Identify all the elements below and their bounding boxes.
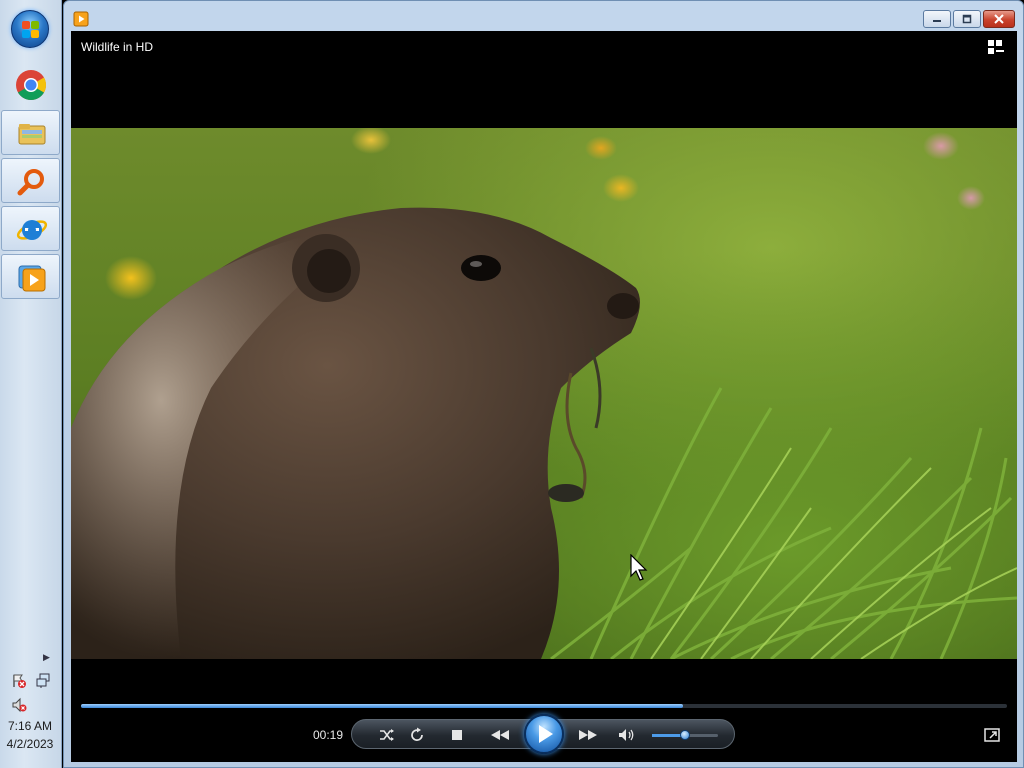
fullscreen-icon[interactable] <box>984 728 1000 742</box>
volume-muted-icon[interactable] <box>11 697 27 713</box>
play-button[interactable] <box>524 714 564 754</box>
maximize-button[interactable] <box>953 10 981 28</box>
clock-date[interactable]: 4/2/2023 <box>0 737 60 751</box>
taskbar-search[interactable] <box>1 158 60 203</box>
seek-bar[interactable] <box>81 704 1007 708</box>
taskbar: ▶ 7:16 AM 4/2/2023 <box>0 0 62 768</box>
repeat-button[interactable] <box>406 725 428 745</box>
next-icon <box>579 730 597 740</box>
minimize-button[interactable] <box>923 10 951 28</box>
media-player-window: Wildlife in HD 00:19 <box>63 0 1024 768</box>
seek-bar-progress <box>81 704 683 708</box>
mute-button[interactable] <box>616 725 638 745</box>
previous-button[interactable] <box>482 725 518 745</box>
windows-logo-icon <box>22 21 40 39</box>
marmot-video-image <box>71 207 1017 659</box>
stop-icon <box>452 730 462 740</box>
taskbar-internet-explorer[interactable] <box>1 206 60 251</box>
video-frame[interactable] <box>71 128 1017 659</box>
start-button[interactable] <box>11 10 49 48</box>
elapsed-time: 00:19 <box>313 728 344 742</box>
media-player-icon <box>73 11 89 27</box>
shuffle-button[interactable] <box>376 725 398 745</box>
switch-to-library-icon[interactable] <box>987 39 1005 55</box>
show-hidden-icons-arrow-icon[interactable]: ▶ <box>43 652 50 663</box>
previous-icon <box>491 730 509 740</box>
stop-button[interactable] <box>446 725 468 745</box>
title-bar[interactable] <box>64 1 1023 31</box>
chrome-icon <box>16 70 47 101</box>
close-icon <box>994 14 1004 24</box>
taskbar-chrome[interactable] <box>1 62 60 107</box>
repeat-icon <box>411 727 423 741</box>
speaker-icon <box>619 729 634 741</box>
next-button[interactable] <box>570 725 606 745</box>
folder-icon <box>18 124 46 145</box>
shuffle-icon <box>380 729 394 741</box>
action-center-error-icon[interactable] <box>11 673 27 689</box>
taskbar-media-player[interactable] <box>1 254 60 299</box>
volume-thumb[interactable] <box>680 730 690 740</box>
clock-time[interactable]: 7:16 AM <box>0 719 60 733</box>
volume-slider[interactable] <box>652 730 718 740</box>
ie-icon <box>16 220 48 240</box>
minimize-icon <box>933 20 941 22</box>
playback-controls <box>351 714 735 754</box>
media-player-icon <box>18 265 46 292</box>
player-area[interactable]: Wildlife in HD 00:19 <box>71 31 1017 762</box>
window-controls <box>923 10 1015 28</box>
video-title: Wildlife in HD <box>81 40 154 54</box>
mouse-cursor-icon <box>630 554 648 581</box>
taskbar-file-explorer[interactable] <box>1 110 60 155</box>
play-icon <box>539 725 553 743</box>
maximize-icon <box>962 14 972 24</box>
magnifier-icon <box>17 169 44 196</box>
network-icon[interactable] <box>36 673 52 689</box>
close-button[interactable] <box>983 10 1015 28</box>
